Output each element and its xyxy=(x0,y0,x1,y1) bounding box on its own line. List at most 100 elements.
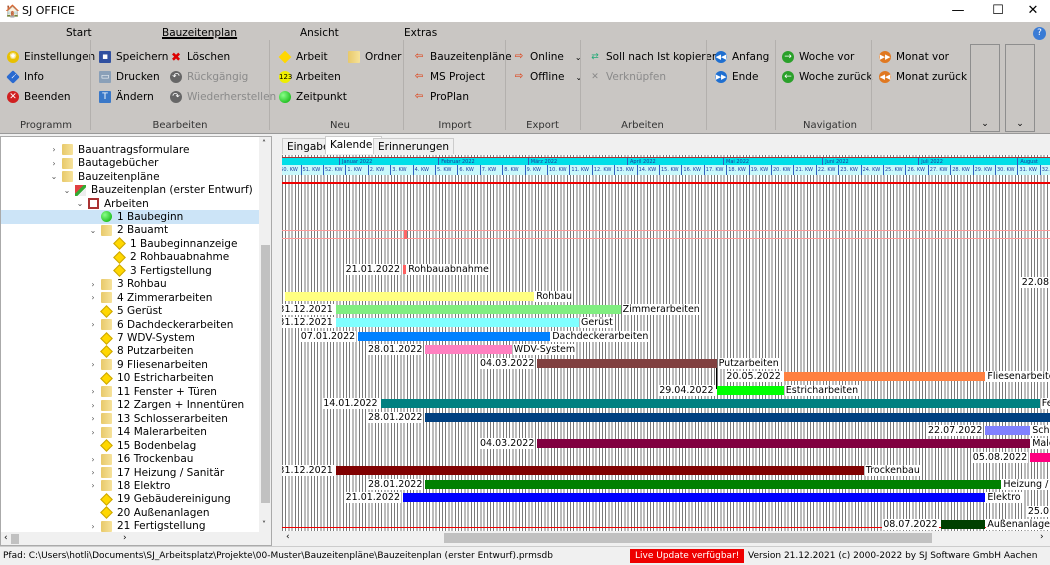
tree-item[interactable]: 19 Gebäudereinigung xyxy=(1,493,259,506)
gantt-bar[interactable] xyxy=(335,318,579,328)
gantt-bar[interactable] xyxy=(335,304,621,314)
verknuepfen-button[interactable]: ✕ Verknüpfen xyxy=(589,69,719,85)
live-update-badge[interactable]: Live Update verfügbar! xyxy=(630,549,745,563)
scrollbar-thumb[interactable] xyxy=(444,533,932,543)
expand-toggle-icon[interactable]: › xyxy=(88,414,98,423)
close-button[interactable]: ✕ xyxy=(1010,0,1050,22)
expand-toggle-icon[interactable]: › xyxy=(88,455,98,464)
scrollbar-thumb[interactable] xyxy=(261,245,270,503)
tree-item[interactable]: 8 Putzarbeiten xyxy=(1,345,259,358)
scroll-right-icon[interactable]: › xyxy=(1040,532,1044,542)
import-proplan-button[interactable]: ⇦ ProPlan xyxy=(413,89,512,105)
tree-item[interactable]: › 13 Schlosserarbeiten xyxy=(1,412,259,425)
scroll-right-icon[interactable]: › xyxy=(123,533,127,543)
export-offline-button[interactable]: ⇨ Offline ⌄ xyxy=(513,69,582,85)
scroll-up-icon[interactable]: ˄ xyxy=(262,139,266,148)
beenden-button[interactable]: ✕ Beenden xyxy=(7,89,95,105)
tree-item[interactable]: › Bautagebücher xyxy=(1,156,259,169)
gantt-calendar[interactable]: Januar 2022 Februar 2022 März 2022 April 20… xyxy=(282,155,1050,531)
gantt-bar[interactable] xyxy=(425,345,512,355)
ende-button[interactable]: ▶▶ Ende xyxy=(715,69,769,85)
expand-toggle-icon[interactable]: › xyxy=(88,401,98,410)
gantt-bar[interactable] xyxy=(985,426,1031,435)
tree-item[interactable]: 5 Gerüst xyxy=(1,304,259,318)
tree-item[interactable]: › 6 Dachdeckerarbeiten xyxy=(1,318,259,331)
expand-toggle-icon[interactable]: › xyxy=(49,145,59,154)
arbeiten-button[interactable]: 123 Arbeiten xyxy=(279,69,347,85)
tree-item[interactable]: 3 Fertigstellung xyxy=(1,264,259,278)
expand-toggle-icon[interactable]: ⌄ xyxy=(88,226,98,235)
tree-item[interactable]: ⌄ Arbeiten xyxy=(1,197,259,210)
gantt-bar[interactable] xyxy=(537,358,717,368)
import-msproject-button[interactable]: ⇦ MS Project xyxy=(413,69,512,85)
tab-start[interactable]: Start xyxy=(66,27,92,39)
tree-item[interactable]: › Bauantragsformulare xyxy=(1,143,259,156)
soll-nach-ist-button[interactable]: ⇄ Soll nach Ist kopieren xyxy=(589,49,718,65)
wiederherstellen-button[interactable]: ↷ Wiederherstellen xyxy=(170,89,276,105)
anfang-button[interactable]: ◀◀ Anfang xyxy=(715,49,769,65)
einstellungen-button[interactable]: ✺ Einstellungen xyxy=(7,49,95,65)
ribbon-dropdown-1[interactable]: ⌄ xyxy=(970,44,1000,132)
woche-vor-button[interactable]: → Woche vor xyxy=(782,49,872,65)
gantt-bar[interactable] xyxy=(537,439,1031,449)
tree-item[interactable]: ⌄ 2 Bauamt xyxy=(1,224,259,237)
tree-item[interactable]: 2 Rohbauabnahme xyxy=(1,250,259,264)
expand-toggle-icon[interactable]: › xyxy=(88,293,98,302)
drucken-button[interactable]: ▭ Drucken xyxy=(99,69,168,85)
tree-item[interactable]: › 4 Zimmerarbeiten xyxy=(1,291,259,304)
expand-toggle-icon[interactable]: › xyxy=(88,387,98,396)
gantt-bar[interactable] xyxy=(940,520,986,530)
expand-toggle-icon[interactable]: › xyxy=(88,468,98,477)
loeschen-button[interactable]: ✖ Löschen xyxy=(170,49,276,65)
scrollbar-thumb[interactable] xyxy=(11,534,19,544)
tree-item[interactable]: 1 Baubeginn xyxy=(1,210,259,224)
tree-item[interactable]: ⌄ Bauzeitenplan (erster Entwurf) xyxy=(1,183,259,196)
tree-item[interactable]: › 3 Rohbau xyxy=(1,278,259,291)
help-icon[interactable]: ? xyxy=(1033,27,1046,40)
tree-item[interactable]: › 14 Malerarbeiten xyxy=(1,425,259,438)
ordner-button[interactable]: Ordner xyxy=(348,49,402,65)
project-tree[interactable]: › Bauantragsformulare › Bautagebücher ⌄ Bauze… xyxy=(0,136,272,546)
gantt-bar[interactable] xyxy=(284,291,535,301)
arbeit-button[interactable]: Arbeit xyxy=(278,49,347,65)
gantt-bar[interactable] xyxy=(380,399,1040,409)
woche-zurueck-button[interactable]: ← Woche zurück xyxy=(782,69,872,85)
speichern-button[interactable]: ▪ Speichern xyxy=(99,49,168,65)
monat-zurueck-button[interactable]: ◀◀ Monat zurück xyxy=(879,69,967,85)
tree-item[interactable]: › 16 Trockenbau xyxy=(1,452,259,465)
expand-toggle-icon[interactable]: › xyxy=(88,280,98,289)
gantt-bar[interactable] xyxy=(783,372,986,382)
gantt-bar[interactable] xyxy=(403,493,986,503)
tree-item[interactable]: › 12 Zargen + Innentüren xyxy=(1,399,259,412)
gantt-bar[interactable] xyxy=(335,466,864,476)
gantt-bar[interactable] xyxy=(425,412,1050,422)
scroll-left-icon[interactable]: ‹ xyxy=(4,533,8,543)
tab-ansicht[interactable]: Ansicht xyxy=(300,27,339,39)
expand-toggle-icon[interactable]: ⌄ xyxy=(49,172,59,181)
aendern-button[interactable]: T Ändern xyxy=(99,89,168,105)
tree-item[interactable]: › 18 Elektro xyxy=(1,479,259,492)
export-online-button[interactable]: ⇨ Online ⌄ xyxy=(513,49,582,65)
tree-item[interactable]: ⌄ Bauzeitenpläne xyxy=(1,170,259,183)
monat-vor-button[interactable]: ▶▶ Monat vor xyxy=(879,49,967,65)
tree-item[interactable]: 7 WDV-System xyxy=(1,331,259,345)
expand-toggle-icon[interactable]: › xyxy=(88,320,98,329)
tree-item[interactable]: › 11 Fenster + Türen xyxy=(1,385,259,398)
scroll-down-icon[interactable]: ˅ xyxy=(262,520,266,529)
ribbon-dropdown-2[interactable]: ⌄ xyxy=(1005,44,1035,132)
expand-toggle-icon[interactable]: › xyxy=(88,428,98,437)
expand-toggle-icon[interactable]: ⌄ xyxy=(75,199,85,208)
rueckgaengig-button[interactable]: ↶ Rückgängig xyxy=(170,69,276,85)
tree-vertical-scrollbar[interactable]: ˄ ˅ xyxy=(259,137,271,532)
info-button[interactable]: i Info xyxy=(6,69,95,85)
tree-item[interactable]: › 9 Fliesenarbeiten xyxy=(1,358,259,371)
gantt-bar[interactable] xyxy=(358,331,551,341)
tree-horizontal-scrollbar[interactable]: ‹ › xyxy=(1,532,271,545)
gantt-bar[interactable] xyxy=(716,385,784,395)
scroll-left-icon[interactable]: ‹ xyxy=(286,532,290,542)
tree-item[interactable]: 15 Bodenbelag xyxy=(1,439,259,452)
tab-erinnerungen[interactable]: Erinnerungen xyxy=(373,138,455,154)
expand-toggle-icon[interactable]: › xyxy=(88,481,98,490)
gantt-bar[interactable] xyxy=(1030,452,1050,462)
zeitpunkt-button[interactable]: Zeitpunkt xyxy=(279,89,347,105)
